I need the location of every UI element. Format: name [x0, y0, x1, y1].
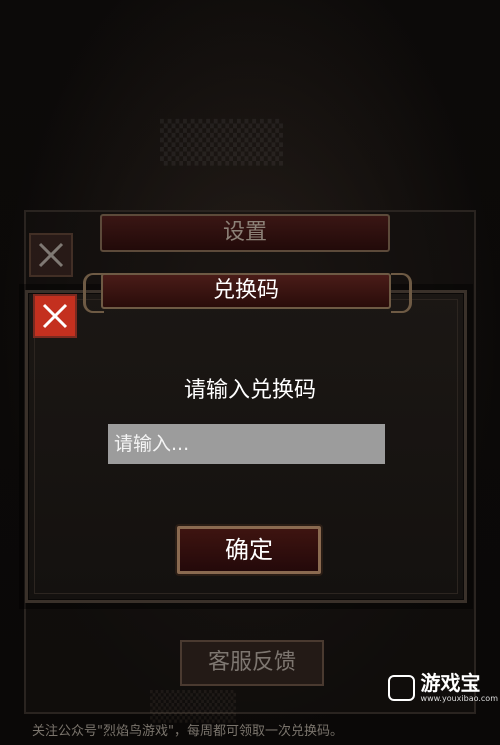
close-icon [42, 303, 68, 329]
watermark-domain: www.youxibao.com [420, 694, 498, 703]
confirm-button[interactable]: 确定 [177, 526, 321, 574]
settings-close-button[interactable] [29, 233, 73, 277]
settings-title: 设置 [100, 214, 390, 252]
close-icon [38, 242, 64, 268]
background-blur-text: ▒▒▒▒ [160, 120, 284, 166]
redeem-code-input[interactable] [108, 424, 385, 464]
watermark-logo: 游戏宝 www.youxibao.com [388, 666, 498, 710]
footer-notice: 关注公众号"烈焰鸟游戏"，每周都可领取一次兑换码。 [32, 724, 343, 739]
gamepad-icon [388, 675, 415, 701]
watermark-brand: 游戏宝 [420, 671, 481, 695]
background-blur-text: ▒▒▒▒ [150, 690, 237, 723]
feedback-button[interactable]: 客服反馈 [180, 640, 324, 686]
title-ornament-right [391, 273, 412, 313]
dialog-close-button[interactable] [33, 294, 77, 338]
dialog-title: 兑换码 [101, 273, 391, 309]
redeem-prompt: 请输入兑换码 [183, 378, 316, 403]
